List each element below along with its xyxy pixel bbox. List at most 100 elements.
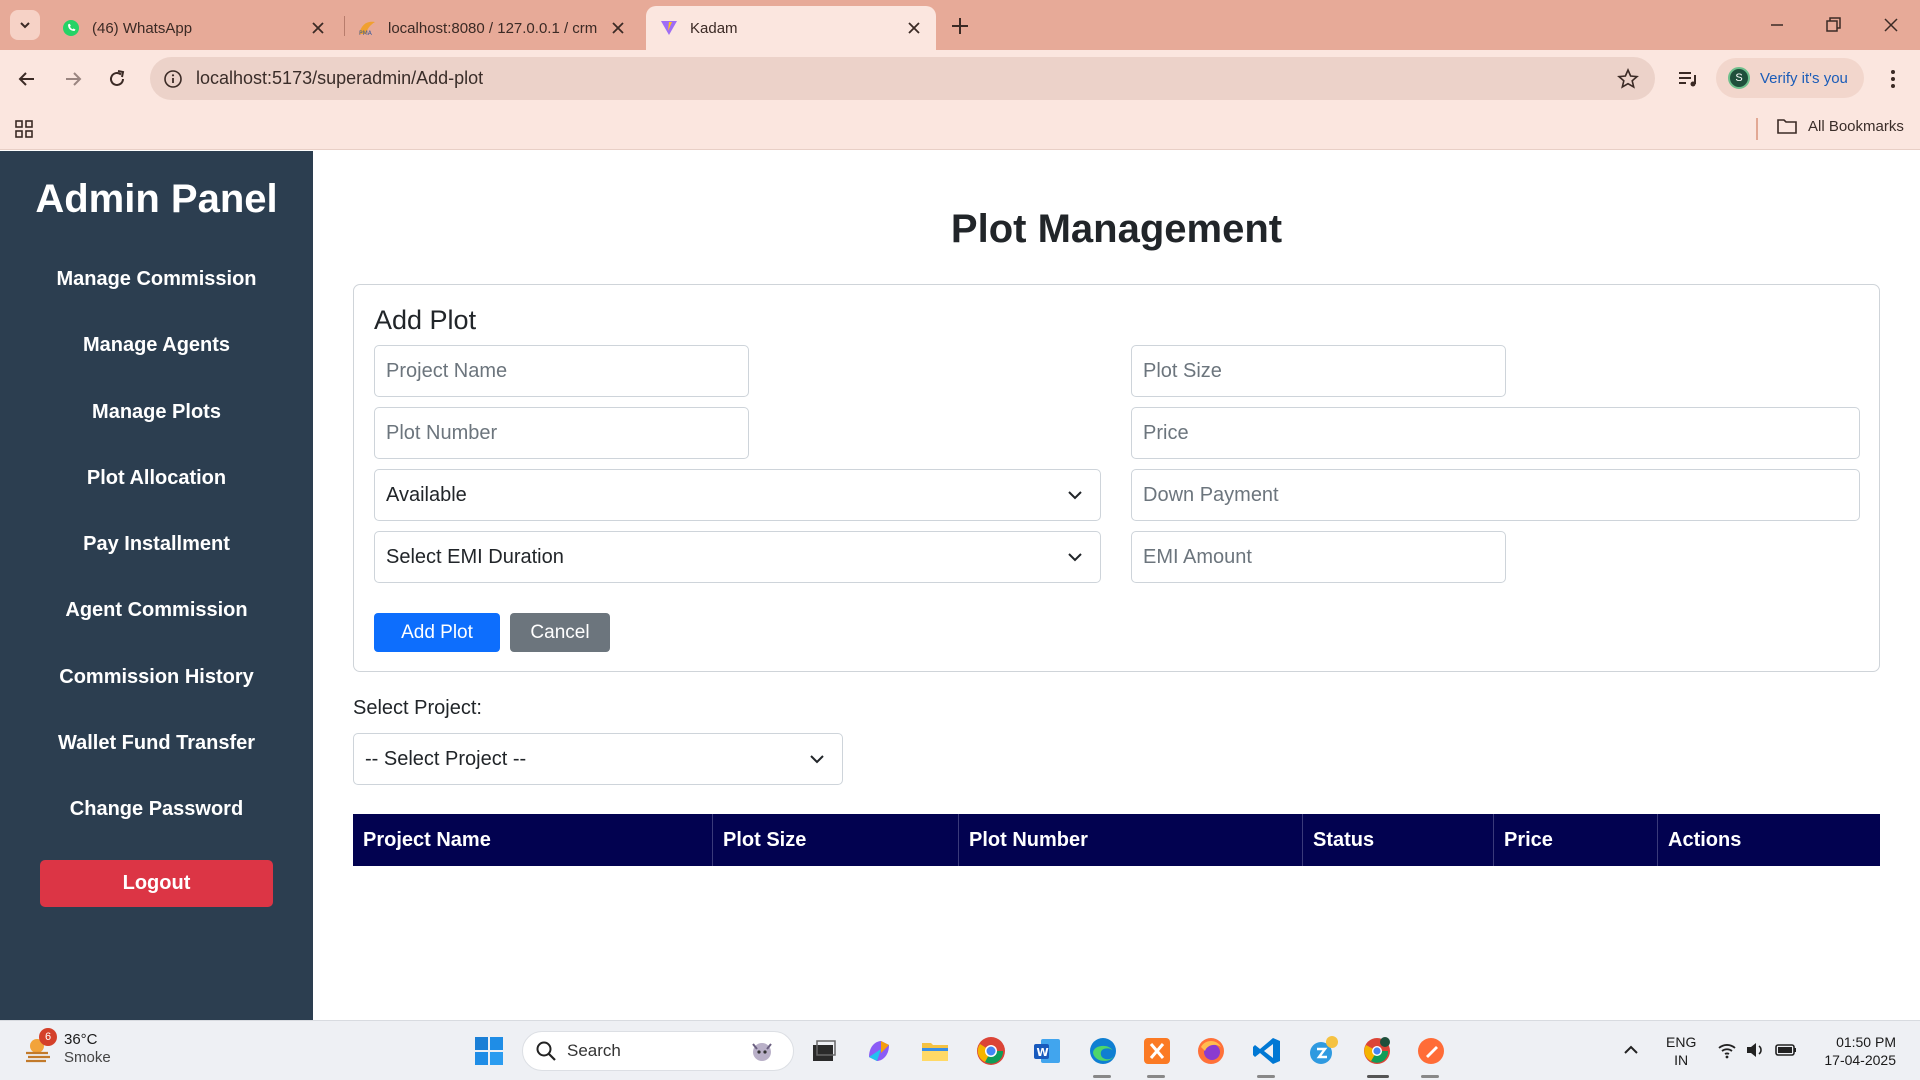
admin-sidebar: Admin Panel Manage Commission Manage Age…	[0, 151, 313, 1020]
task-view-icon[interactable]	[807, 1035, 839, 1067]
chrome-icon[interactable]	[975, 1035, 1007, 1067]
active-app-indicator	[1367, 1075, 1389, 1078]
logout-button[interactable]: Logout	[40, 860, 273, 907]
close-icon[interactable]	[610, 20, 626, 36]
apps-grid-icon[interactable]	[14, 119, 34, 139]
battery-icon[interactable]	[1774, 1039, 1798, 1061]
language-line1: ENG	[1666, 1034, 1697, 1050]
status-select[interactable]: Available	[374, 469, 1101, 521]
word-icon[interactable]: W	[1031, 1035, 1063, 1067]
clock-time: 01:50 PM	[1836, 1034, 1896, 1050]
chat-app-icon[interactable]	[1307, 1035, 1339, 1067]
sidebar-item-commission-history[interactable]: Commission History	[0, 666, 313, 689]
search-icon	[536, 1041, 556, 1061]
active-app-indicator	[1421, 1075, 1439, 1078]
postman-icon[interactable]	[1415, 1035, 1447, 1067]
sidebar-item-change-password[interactable]: Change Password	[0, 798, 313, 821]
taskbar-search-label: Search	[567, 1041, 621, 1060]
tab-whatsapp[interactable]: (46) WhatsApp	[48, 6, 340, 50]
plot-size-input[interactable]: Plot Size	[1131, 345, 1506, 397]
column-header-plot-size: Plot Size	[713, 814, 959, 866]
firefox-icon[interactable]	[1195, 1035, 1227, 1067]
chevron-up-icon[interactable]	[1620, 1039, 1642, 1061]
back-arrow-icon[interactable]	[14, 66, 40, 92]
column-header-actions: Actions	[1668, 828, 1742, 851]
forward-arrow-icon[interactable]	[60, 66, 86, 92]
file-explorer-icon[interactable]	[919, 1035, 951, 1067]
sidebar-item-agent-commission[interactable]: Agent Commission	[0, 599, 313, 622]
down-payment-input[interactable]: Down Payment	[1131, 469, 1860, 521]
address-bar[interactable]: localhost:5173/superadmin/Add-plot	[150, 57, 1655, 100]
close-icon[interactable]	[906, 20, 922, 36]
clock-date: 17-04-2025	[1824, 1052, 1896, 1068]
edge-icon[interactable]	[1087, 1035, 1119, 1067]
sidebar-item-wallet-fund-transfer[interactable]: Wallet Fund Transfer	[0, 732, 313, 755]
close-window-icon[interactable]	[1879, 13, 1903, 37]
all-bookmarks-label: All Bookmarks	[1808, 117, 1904, 135]
sidebar-item-plot-allocation[interactable]: Plot Allocation	[0, 467, 313, 490]
emi-duration-select[interactable]: Select EMI Duration	[374, 531, 1101, 583]
close-icon[interactable]	[310, 20, 326, 36]
more-menu-icon[interactable]	[1880, 66, 1906, 92]
phpmyadmin-icon: PMA	[359, 21, 375, 37]
weather-badge: 6	[39, 1028, 57, 1046]
language-indicator[interactable]: ENG IN	[1666, 1033, 1696, 1069]
sidebar-item-pay-installment[interactable]: Pay Installment	[0, 533, 313, 556]
select-project-value: -- Select Project --	[365, 747, 527, 770]
chrome-profile-icon[interactable]	[1361, 1035, 1393, 1067]
taskbar-search[interactable]: Search	[522, 1031, 794, 1071]
copilot-icon[interactable]	[863, 1035, 895, 1067]
cancel-button[interactable]: Cancel	[510, 613, 610, 652]
sidebar-item-manage-plots[interactable]: Manage Plots	[0, 401, 313, 424]
wifi-icon[interactable]	[1716, 1039, 1738, 1061]
tab-search-button[interactable]	[10, 10, 40, 40]
project-name-input[interactable]: Project Name	[374, 345, 749, 397]
status-select-value: Available	[386, 483, 467, 506]
add-plot-button[interactable]: Add Plot	[374, 613, 500, 652]
tab-kadam[interactable]: Kadam	[646, 6, 936, 50]
verify-label: Verify it's you	[1760, 69, 1848, 87]
minimize-icon[interactable]	[1765, 13, 1789, 37]
reload-icon[interactable]	[104, 66, 130, 92]
clock[interactable]: 01:50 PM 17-04-2025	[1816, 1033, 1896, 1069]
column-header-plot-number: Plot Number	[959, 814, 1303, 866]
price-input[interactable]: Price	[1131, 407, 1860, 459]
verify-profile-button[interactable]: S Verify it's you	[1716, 58, 1864, 98]
new-tab-plus-icon[interactable]	[948, 14, 972, 38]
windows-taskbar: 6 36°C Smoke Search W ENG IN 01:50 PM 17…	[0, 1020, 1920, 1080]
volume-icon[interactable]	[1744, 1039, 1766, 1061]
search-highlight-icon	[752, 1043, 772, 1061]
tab-title: localhost:8080 / 127.0.0.1 / crm	[388, 19, 598, 37]
bookmark-star-icon[interactable]	[1617, 68, 1639, 90]
add-plot-title: Add Plot	[374, 305, 477, 335]
add-plot-card: Add Plot Project Name Plot Size Plot Num…	[353, 284, 1880, 672]
main-content: Plot Management Add Plot Project Name Pl…	[313, 151, 1920, 1020]
select-project-dropdown[interactable]: -- Select Project --	[353, 733, 843, 785]
plot-number-input[interactable]: Plot Number	[374, 407, 749, 459]
column-header-project-name: Project Name	[353, 814, 713, 866]
folder-icon	[1777, 119, 1797, 134]
plots-table-header: Project Name Plot Size Plot Number Statu…	[353, 814, 1880, 866]
vscode-icon[interactable]	[1251, 1035, 1283, 1067]
chevron-down-icon	[1068, 553, 1082, 562]
active-app-indicator	[1257, 1075, 1275, 1078]
chevron-down-icon	[1068, 491, 1082, 500]
active-app-indicator	[1093, 1075, 1111, 1078]
active-app-indicator	[1147, 1075, 1165, 1078]
all-bookmarks-button[interactable]: All Bookmarks	[1776, 117, 1904, 135]
sidebar-item-manage-commission[interactable]: Manage Commission	[0, 268, 313, 291]
restore-icon[interactable]	[1821, 13, 1845, 37]
emi-amount-input[interactable]: EMI Amount	[1131, 531, 1506, 583]
sidebar-item-manage-agents[interactable]: Manage Agents	[0, 334, 313, 357]
tab-phpmyadmin[interactable]: PMA localhost:8080 / 127.0.0.1 / crm	[344, 6, 640, 50]
sidebar-brand: Admin Panel	[35, 177, 278, 221]
xampp-icon[interactable]	[1141, 1035, 1173, 1067]
svg-text:PMA: PMA	[359, 30, 373, 37]
weather-widget[interactable]: 6 36°C Smoke	[22, 1028, 111, 1067]
weather-desc: Smoke	[64, 1049, 111, 1066]
windows-start-icon[interactable]	[473, 1035, 505, 1067]
whatsapp-icon	[63, 20, 79, 36]
site-info-icon[interactable]	[163, 69, 183, 89]
media-controls-icon[interactable]	[1676, 67, 1700, 91]
url-text: localhost:5173/superadmin/Add-plot	[196, 68, 484, 88]
